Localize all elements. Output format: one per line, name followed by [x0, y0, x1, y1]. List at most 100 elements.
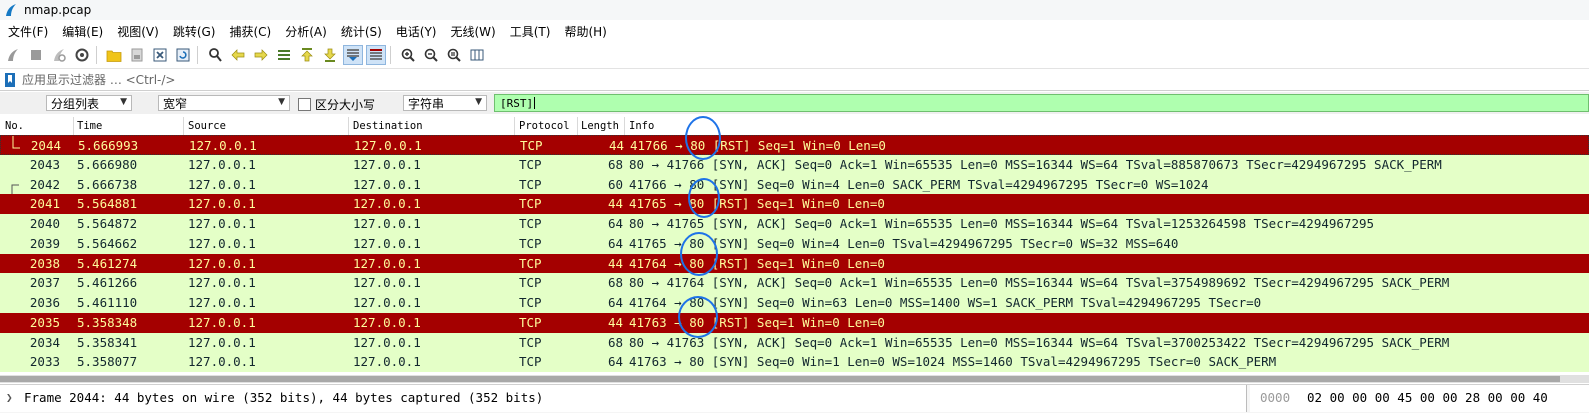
- zoom-in-icon[interactable]: [398, 45, 418, 65]
- hex-bytes[interactable]: 02 00 00 00 45 00 00 28 00 00 40: [1307, 390, 1548, 405]
- column-header-protocol[interactable]: Protocol: [519, 119, 570, 133]
- column-separator[interactable]: [577, 117, 578, 135]
- packet-no: 2041: [29, 196, 60, 212]
- find-packet-icon[interactable]: [205, 45, 225, 65]
- wireshark-fin-icon: [6, 4, 16, 16]
- checkbox-box[interactable]: [298, 98, 311, 111]
- packet-no: 2038: [29, 255, 60, 271]
- packet-row[interactable]: 2038 5.461274 127.0.0.1 127.0.0.1 TCP 44 41764…: [0, 253, 1589, 274]
- menu-capture[interactable]: 捕获(C): [229, 23, 271, 40]
- go-first-icon[interactable]: [297, 45, 317, 65]
- find-type-select[interactable]: 字符串 ▼: [403, 95, 487, 111]
- packet-list-hscrollbar[interactable]: [0, 375, 1589, 383]
- packet-info: 80 → 41765 [SYN, ACK] Seq=0 Ack=1 Win=65…: [629, 216, 1375, 231]
- display-filter-bar[interactable]: 应用显示过滤器 … <Ctrl-/>: [0, 69, 1589, 91]
- expand-chevron-icon[interactable]: ❯: [6, 391, 13, 404]
- go-to-packet-icon[interactable]: [274, 45, 294, 65]
- reload-icon[interactable]: [173, 45, 193, 65]
- packet-row[interactable]: 2035 5.358348 127.0.0.1 127.0.0.1 TCP 44 41763…: [0, 312, 1589, 333]
- packet-row[interactable]: 2034 5.358341 127.0.0.1 127.0.0.1 TCP 68 80 → …: [0, 332, 1589, 353]
- packet-bytes-pane[interactable]: 0000 02 00 00 00 45 00 00 28 00 00 40: [1250, 385, 1589, 412]
- menu-wireless[interactable]: 无线(W): [451, 23, 496, 40]
- menu-telephony[interactable]: 电话(Y): [396, 23, 437, 40]
- packet-list[interactable]: 2044 5.666993 127.0.0.1 127.0.0.1 TCP 44 41766…: [0, 135, 1589, 377]
- column-separator[interactable]: [514, 117, 515, 135]
- packet-row[interactable]: 2041 5.564881 127.0.0.1 127.0.0.1 TCP 44 41765…: [0, 194, 1589, 215]
- packet-row[interactable]: 2033 5.358077 127.0.0.1 127.0.0.1 TCP 64 41763…: [0, 352, 1589, 373]
- packet-source: 127.0.0.1: [188, 295, 256, 310]
- column-header-source[interactable]: Source: [188, 119, 226, 133]
- menu-edit[interactable]: 编辑(E): [62, 23, 103, 40]
- packet-row[interactable]: 2042 5.666738 127.0.0.1 127.0.0.1 TCP 60 41766…: [0, 174, 1589, 195]
- packet-time: 5.358348: [77, 314, 138, 330]
- frame-summary[interactable]: Frame 2044: 44 bytes on wire (352 bits),…: [24, 390, 543, 405]
- autoscroll-icon[interactable]: [343, 45, 363, 65]
- open-file-icon[interactable]: [104, 45, 124, 65]
- packet-row[interactable]: 2036 5.461110 127.0.0.1 127.0.0.1 TCP 64 41764…: [0, 293, 1589, 313]
- column-separator[interactable]: [624, 117, 625, 135]
- menu-analyze[interactable]: 分析(A): [285, 23, 327, 40]
- packet-row[interactable]: 2040 5.564872 127.0.0.1 127.0.0.1 TCP 64 80 → …: [0, 214, 1589, 234]
- packet-protocol: TCP: [519, 235, 542, 251]
- packet-info: 80 → 41766 [SYN, ACK] Seq=0 Ack=1 Win=65…: [629, 156, 1442, 172]
- column-separator[interactable]: [348, 117, 349, 135]
- packet-no: 2037: [29, 275, 60, 291]
- packet-no: 2043: [29, 156, 60, 172]
- scrollbar-thumb[interactable]: [0, 376, 1560, 382]
- packet-row[interactable]: 2039 5.564662 127.0.0.1 127.0.0.1 TCP 64 41765…: [0, 233, 1589, 254]
- toolbar-separator: [96, 46, 97, 64]
- packet-row[interactable]: 2043 5.666980 127.0.0.1 127.0.0.1 TCP 68 80 → …: [0, 154, 1589, 175]
- packet-no: 2035: [29, 314, 60, 330]
- bookmark-icon[interactable]: [4, 72, 16, 87]
- packet-source: 127.0.0.1: [188, 354, 256, 370]
- find-encoding-select[interactable]: 宽窄 ▼: [158, 95, 290, 111]
- close-file-icon[interactable]: [150, 45, 170, 65]
- column-header-no[interactable]: No.: [5, 119, 24, 133]
- annotation-circle: [688, 178, 720, 218]
- display-filter-input[interactable]: 应用显示过滤器 … <Ctrl-/>: [22, 71, 175, 88]
- save-file-icon[interactable]: [127, 45, 147, 65]
- column-header-time[interactable]: Time: [77, 119, 102, 133]
- menu-tools[interactable]: 工具(T): [510, 23, 551, 40]
- find-search-input[interactable]: [RST]: [494, 94, 1589, 112]
- go-back-icon[interactable]: [228, 45, 248, 65]
- packet-destination: 127.0.0.1: [353, 216, 421, 231]
- packet-time: 5.564872: [77, 216, 138, 231]
- menu-help[interactable]: 帮助(H): [564, 23, 606, 40]
- packet-time: 5.358341: [77, 334, 138, 350]
- packet-length: 44: [608, 138, 624, 153]
- start-capture-icon[interactable]: [3, 45, 23, 65]
- capture-options-icon[interactable]: [72, 45, 92, 65]
- restart-capture-icon[interactable]: [49, 45, 69, 65]
- case-sensitive-checkbox[interactable]: 区分大小写: [298, 96, 375, 113]
- stop-capture-icon[interactable]: [26, 45, 46, 65]
- column-header-destination[interactable]: Destination: [353, 119, 423, 133]
- go-last-icon[interactable]: [320, 45, 340, 65]
- packet-time: 5.666738: [77, 176, 138, 192]
- packet-row[interactable]: 2044 5.666993 127.0.0.1 127.0.0.1 TCP 44 41766…: [0, 135, 1589, 155]
- packet-row[interactable]: 2037 5.461266 127.0.0.1 127.0.0.1 TCP 68 80 → …: [0, 273, 1589, 294]
- menu-go[interactable]: 跳转(G): [173, 23, 216, 40]
- find-scope-select[interactable]: 分组列表 ▼: [46, 95, 132, 111]
- colorize-icon[interactable]: [366, 45, 386, 65]
- packet-source: 127.0.0.1: [188, 314, 256, 330]
- column-header-length[interactable]: Length: [581, 119, 619, 133]
- packet-length: 68: [607, 275, 623, 291]
- packet-info: 41765 → 80 [RST] Seq=1 Win=0 Len=0: [629, 196, 885, 212]
- column-header-info[interactable]: Info: [629, 119, 654, 133]
- menu-file[interactable]: 文件(F): [8, 23, 48, 40]
- column-separator[interactable]: [73, 117, 74, 135]
- go-forward-icon[interactable]: [251, 45, 271, 65]
- zoom-out-icon[interactable]: [421, 45, 441, 65]
- column-separator[interactable]: [183, 117, 184, 135]
- packet-protocol: TCP: [519, 156, 542, 172]
- zoom-normal-icon[interactable]: [444, 45, 464, 65]
- conversation-start-icon: [11, 184, 19, 195]
- packet-time: 5.666980: [77, 156, 138, 172]
- find-type-value: 字符串: [408, 96, 445, 111]
- resize-columns-icon[interactable]: [467, 45, 487, 65]
- packet-details-pane[interactable]: ❯ Frame 2044: 44 bytes on wire (352 bits…: [0, 385, 1247, 412]
- text-cursor: [534, 97, 536, 109]
- menu-statistics[interactable]: 统计(S): [341, 23, 382, 40]
- menu-view[interactable]: 视图(V): [117, 23, 159, 40]
